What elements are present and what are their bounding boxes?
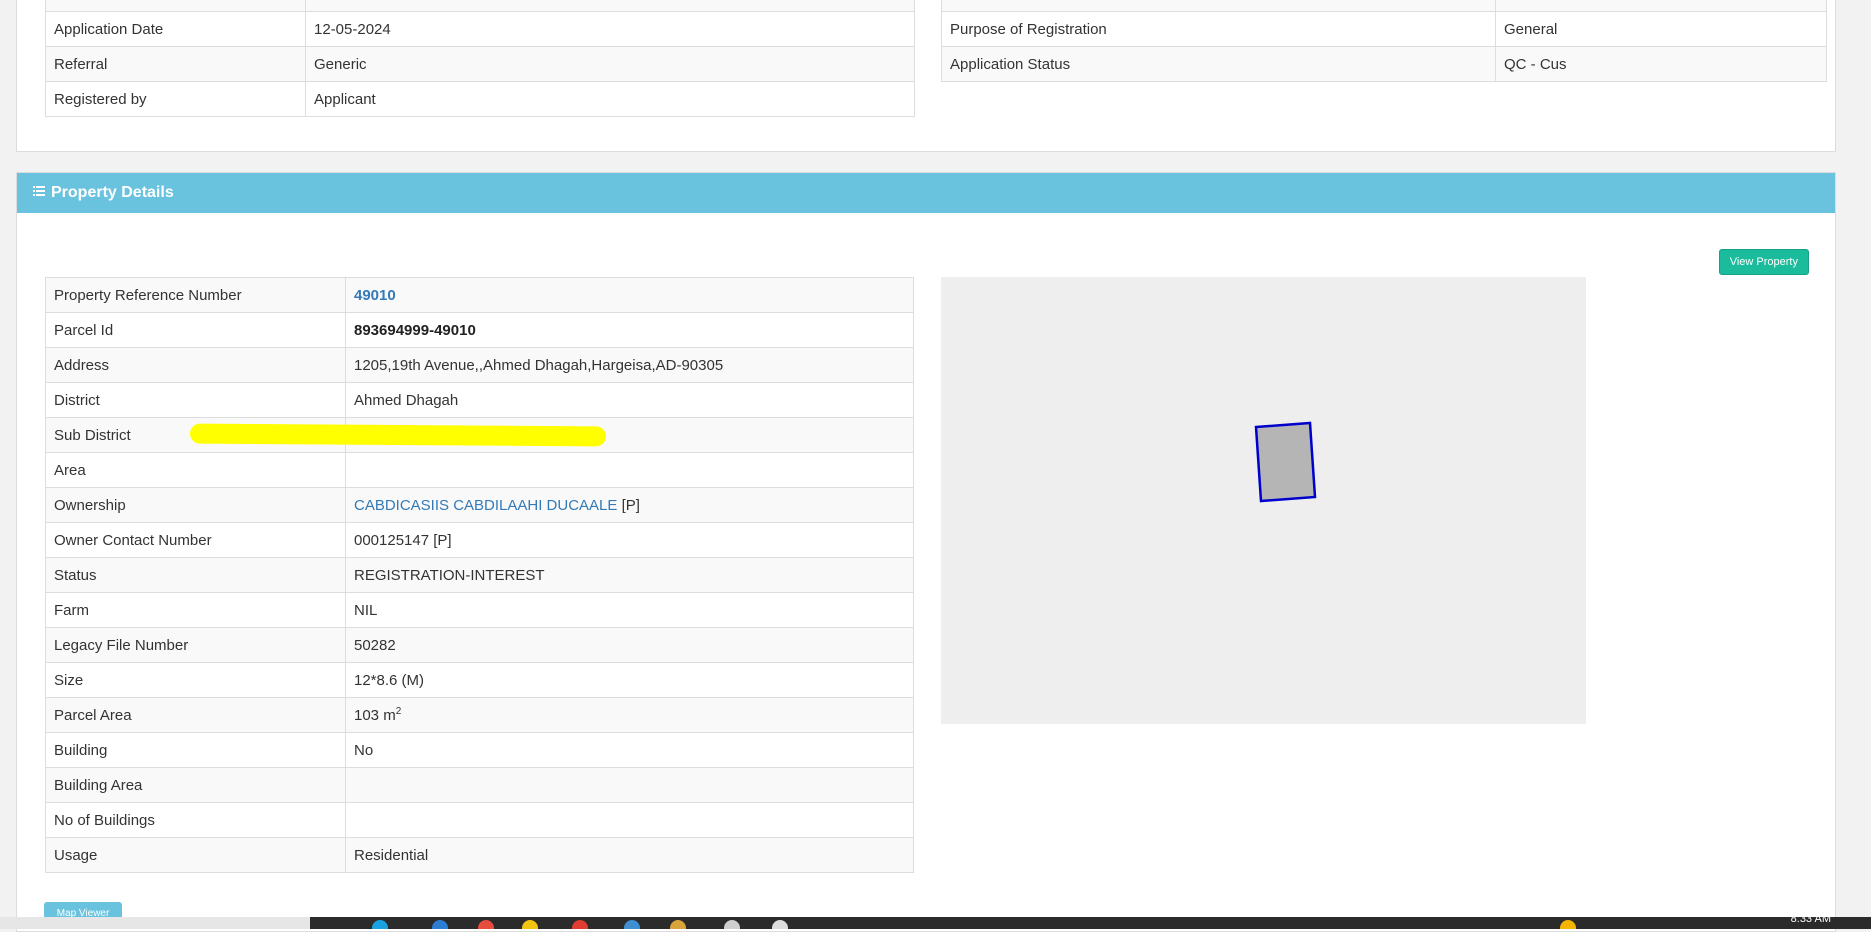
table-row — [45, 0, 915, 12]
row-label: Area — [45, 452, 346, 488]
application-info-table-left: Application Date 12-05-2024 Referral Gen… — [45, 0, 915, 117]
row-value: REGISTRATION-INTEREST — [345, 557, 914, 593]
row-value: Residential — [345, 837, 914, 873]
view-property-button[interactable]: View Property — [1718, 249, 1809, 275]
row-label: Parcel Area — [45, 697, 346, 733]
taskbar-search-area[interactable] — [0, 917, 310, 929]
list-icon — [33, 186, 45, 196]
table-row: Application Status QC - Cus — [940, 46, 1827, 82]
parcel-map[interactable] — [941, 277, 1586, 724]
row-label: Registered by — [45, 81, 306, 117]
table-row: Farm NIL — [45, 592, 914, 628]
row-label: Building Area — [45, 767, 346, 803]
row-value: QC - Cus — [1495, 46, 1827, 82]
taskbar-app-icon[interactable] — [478, 920, 494, 929]
row-label: Status — [45, 557, 346, 593]
parcel-area-value: 103 m — [354, 707, 396, 724]
table-row: No of Buildings — [45, 802, 914, 838]
row-value: 50282 — [345, 627, 914, 663]
row-value: General — [1495, 11, 1827, 47]
row-label: Purpose of Registration — [940, 11, 1497, 47]
row-label: Property Reference Number — [45, 277, 346, 313]
table-row: Status REGISTRATION-INTEREST — [45, 557, 914, 593]
row-value: 12-05-2024 — [305, 11, 915, 47]
row-label: Referral — [45, 46, 306, 82]
row-label: Application Status — [940, 46, 1497, 82]
parcel-polygon[interactable] — [1254, 421, 1317, 503]
taskbar-app-icon[interactable] — [670, 920, 686, 929]
taskbar-app-icon[interactable] — [432, 920, 448, 929]
taskbar-app-icon[interactable] — [624, 920, 640, 929]
row-label: Ownership — [45, 487, 346, 523]
row-value — [345, 802, 914, 838]
row-value: Generic — [305, 46, 915, 82]
table-row: Referral Generic — [45, 46, 915, 82]
property-info-table: Property Reference Number 49010 Parcel I… — [45, 277, 914, 873]
table-row: Registered by Applicant — [45, 81, 915, 117]
table-row: Application Date 12-05-2024 — [45, 11, 915, 47]
table-row: Size 12*8.6 (M) — [45, 662, 914, 698]
redaction-highlight — [189, 423, 607, 447]
row-value — [345, 767, 914, 803]
row-label: Parcel Id — [45, 312, 346, 348]
table-row: Address 1205,19th Avenue,,Ahmed Dhagah,H… — [45, 347, 914, 383]
parcel-area-unit-sup: 2 — [395, 706, 402, 717]
table-row: Building Area — [45, 767, 914, 803]
row-value: Ahmed Dhagah — [345, 382, 914, 418]
row-label: Usage — [45, 837, 346, 873]
row-value: 1205,19th Avenue,,Ahmed Dhagah,Hargeisa,… — [345, 347, 914, 383]
table-row: Parcel Id 893694999-49010 — [45, 312, 914, 348]
table-row: Usage Residential — [45, 837, 914, 873]
row-label: Application Date — [45, 11, 306, 47]
table-row: Building No — [45, 732, 914, 768]
table-row: Purpose of Registration General — [940, 11, 1827, 47]
property-details-heading: Property Details — [17, 173, 1835, 213]
row-value — [345, 452, 914, 488]
table-row: Area — [45, 452, 914, 488]
taskbar-tray-icon[interactable] — [1560, 920, 1576, 929]
row-label: No of Buildings — [45, 802, 346, 838]
table-row: Property Reference Number 49010 — [45, 277, 914, 313]
application-details-panel: Application Date 12-05-2024 Referral Gen… — [16, 0, 1836, 152]
table-row: Owner Contact Number 000125147 [P] — [45, 522, 914, 558]
property-details-panel: Property Details View Property Property … — [16, 172, 1836, 932]
taskbar-app-icon[interactable] — [724, 920, 740, 929]
row-label: Building — [45, 732, 346, 768]
row-label: District — [45, 382, 346, 418]
table-row — [940, 0, 1827, 12]
taskbar-app-icon[interactable] — [372, 920, 388, 929]
taskbar-app-icon[interactable] — [772, 920, 788, 929]
row-value: NIL — [345, 592, 914, 628]
taskbar-app-icon[interactable] — [572, 920, 588, 929]
row-label: Address — [45, 347, 346, 383]
os-taskbar: 8:33 AM — [0, 913, 1871, 929]
owner-suffix: [P] — [621, 496, 640, 514]
row-label: Owner Contact Number — [45, 522, 346, 558]
table-row: Ownership CABDICASIIS CABDILAAHI DUCAALE… — [45, 487, 914, 523]
table-row: Legacy File Number 50282 — [45, 627, 914, 663]
table-row: Parcel Area 103 m2 — [45, 697, 914, 733]
row-value: No — [345, 732, 914, 768]
parcel-map-canvas — [1254, 421, 1317, 503]
row-value: 893694999-49010 — [345, 312, 914, 348]
panel-title: Property Details — [51, 184, 174, 201]
row-label: Size — [45, 662, 346, 698]
row-value: 12*8.6 (M) — [345, 662, 914, 698]
property-reference-link[interactable]: 49010 — [354, 287, 396, 304]
owner-link[interactable]: CABDICASIIS CABDILAAHI DUCAALE — [354, 497, 617, 514]
row-label: Legacy File Number — [45, 627, 346, 663]
row-label: Farm — [45, 592, 346, 628]
taskbar-clock[interactable]: 8:33 AM — [1791, 913, 1831, 925]
taskbar-app-icon[interactable] — [522, 920, 538, 929]
application-info-table-right: Purpose of Registration General Applicat… — [940, 0, 1827, 82]
row-value: 000125147 [P] — [345, 522, 914, 558]
row-value: Applicant — [305, 81, 915, 117]
table-row: District Ahmed Dhagah — [45, 382, 914, 418]
